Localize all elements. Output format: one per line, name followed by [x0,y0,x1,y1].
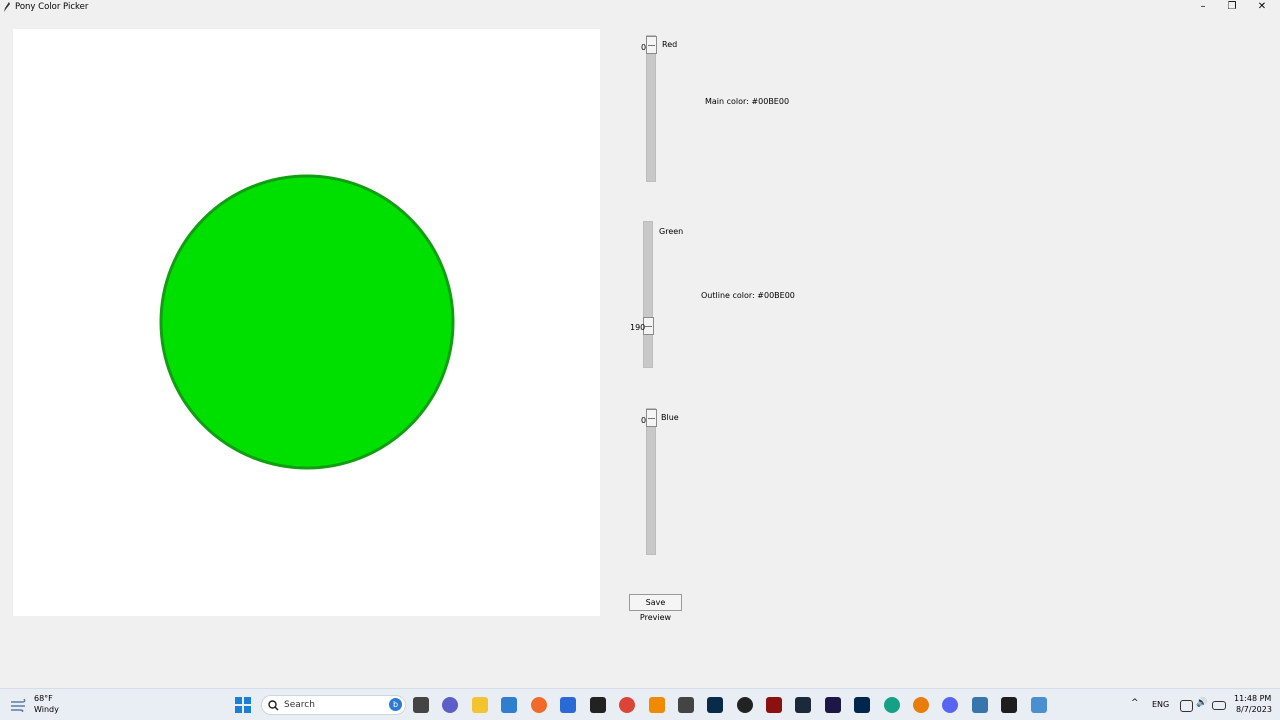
photoshop-icon[interactable] [707,697,723,713]
title-bar: Pony Color Picker – ❐ ✕ [0,0,1280,14]
chevron-up-icon[interactable]: ^ [1131,698,1139,708]
weather-temp[interactable]: 68°F [34,694,53,703]
media-encoder-icon[interactable] [795,697,811,713]
obs-icon[interactable] [737,697,753,713]
terminal-icon[interactable] [1001,697,1017,713]
clock-time[interactable]: 11:48 PM [1234,694,1271,703]
feather-icon [4,2,10,12]
chrome-icon[interactable] [619,697,635,713]
search-icon [268,700,279,711]
blue-slider-value: 0 [641,416,647,425]
task-view-icon[interactable] [413,697,429,713]
bing-icon[interactable]: b [389,698,402,711]
battery-icon[interactable] [1212,701,1226,710]
windows-start-icon[interactable] [235,697,251,713]
dropbox-icon[interactable] [560,697,576,713]
search-placeholder: Search [284,700,315,710]
python-icon[interactable] [972,697,988,713]
blue-slider-thumb[interactable] [646,409,657,427]
red-slider-thumb[interactable] [646,36,657,54]
weather-desc[interactable]: Windy [34,705,59,714]
preview-circle [159,174,455,470]
python-app-icon[interactable] [1031,697,1047,713]
main-color-label: Main color: #00BE00 [705,97,790,106]
network-icon[interactable] [1180,700,1193,712]
file-explorer-icon[interactable] [472,697,488,713]
inkscape-icon[interactable] [678,697,694,713]
close-button[interactable]: ✕ [1252,0,1272,14]
blue-slider-label: Blue [661,413,679,422]
blender-icon[interactable] [913,697,929,713]
minimize-button[interactable]: – [1193,0,1213,14]
language-indicator[interactable]: ENG [1152,700,1169,709]
flash-icon[interactable] [766,697,782,713]
discord-icon[interactable] [942,697,958,713]
chat-icon[interactable] [442,697,458,713]
after-effects-icon[interactable] [825,697,841,713]
taskbar-search-input[interactable]: Search b [261,695,406,715]
red-slider-value: 0 [641,43,647,52]
save-preview-button[interactable]: Save Preview [629,594,682,622]
red-slider-trough[interactable] [646,35,656,182]
restore-button[interactable]: ❐ [1222,0,1242,14]
vlc-icon[interactable] [649,697,665,713]
clock-date[interactable]: 8/7/2023 [1236,705,1272,714]
green-slider-trough[interactable] [643,221,653,368]
person-icon[interactable] [884,697,900,713]
audition-icon[interactable] [854,697,870,713]
taskbar: 68°F Windy Search b ^ ENG 🔊 11:48 PM 8/7… [0,688,1280,720]
window-title: Pony Color Picker [15,2,89,12]
blue-slider-trough[interactable] [646,408,656,555]
green-slider-value: 190 [630,323,646,332]
firefox-icon[interactable] [531,697,547,713]
wind-icon[interactable] [10,698,28,712]
preview-circle-svg [159,174,455,470]
preview-canvas [13,29,600,616]
red-slider-label: Red [662,40,678,49]
green-slider-label: Green [659,227,684,236]
outline-color-label: Outline color: #00BE00 [701,291,795,300]
app-icon[interactable] [590,697,606,713]
store-icon[interactable] [501,697,517,713]
volume-icon[interactable]: 🔊 [1196,698,1207,708]
